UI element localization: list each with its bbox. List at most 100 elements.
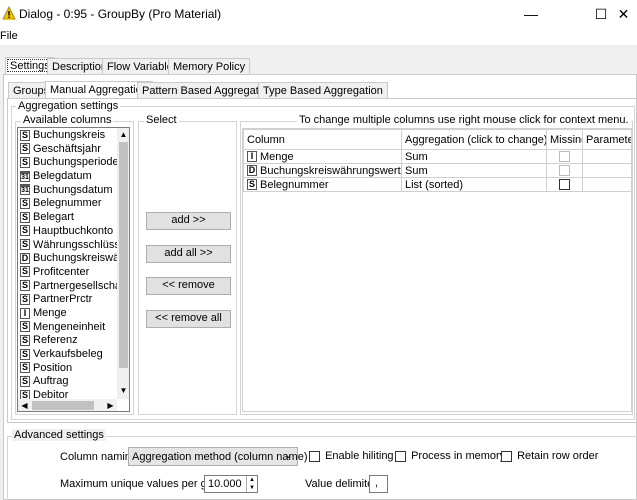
column-name: Geschäftsjahr — [33, 142, 101, 155]
table-cell-parameter — [582, 177, 631, 192]
list-item[interactable]: S Belegart — [18, 211, 117, 225]
add-all-button[interactable]: add all >> — [146, 245, 231, 263]
retain-row-order-checkbox[interactable]: Retain row order — [501, 450, 598, 462]
aggregation-header[interactable]: Aggregation (click to change) — [401, 129, 547, 150]
table-cell-column[interactable]: I Menge — [243, 149, 402, 164]
column-type-icon: S — [20, 225, 30, 237]
list-item[interactable]: S Profitcenter — [18, 266, 117, 280]
column-name: Referenz — [33, 334, 78, 347]
tab-type-based-aggregation[interactable]: Type Based Aggregation — [258, 82, 388, 99]
column-name: Position — [33, 361, 73, 374]
tab-memory-policy[interactable]: Memory Policy — [168, 58, 251, 75]
enable-hiliting-checkbox[interactable]: Enable hiliting — [309, 450, 394, 462]
column-name: Währungsschlüssel — [33, 238, 129, 251]
missing-checkbox — [559, 165, 570, 177]
list-item[interactable]: S Position — [18, 362, 117, 376]
spinner-down-icon[interactable]: ▼ — [246, 484, 257, 492]
column-header[interactable]: Column — [243, 129, 402, 150]
column-type-icon: S — [20, 211, 30, 223]
table-cell-missing — [546, 163, 583, 178]
column-name: Belegnummer — [33, 197, 102, 210]
column-type-icon: S — [20, 280, 30, 292]
column-type-icon: S — [20, 375, 30, 387]
horizontal-scrollbar[interactable]: ◀ ▶ — [18, 399, 117, 411]
vertical-scrollbar[interactable]: ▲ ▼ — [117, 128, 129, 399]
column-type-icon: S — [20, 266, 30, 278]
list-item[interactable]: S Buchungsperiode — [18, 156, 119, 170]
available-columns-list[interactable]: S Buchungskreis S Geschäftsjahr S Buchungsper… — [17, 127, 130, 412]
column-naming-dropdown[interactable]: Aggregation method (column name) ⌄ — [128, 447, 307, 466]
table-cell-parameter — [582, 149, 631, 164]
table-row[interactable]: S Belegnummer List (sorted) — [243, 177, 631, 192]
aggregation-table[interactable]: Column Aggregation (click to change) Mis… — [242, 128, 632, 412]
column-name: Partnergesellschaft — [33, 279, 128, 292]
table-cell-column[interactable]: S Belegnummer — [243, 177, 402, 192]
max-unique-values-spinner[interactable]: 10.000 ▲ ▼ — [204, 475, 258, 493]
menu-file[interactable]: File — [0, 30, 18, 42]
process-in-memory-label: Process in memory — [411, 450, 506, 463]
minimize-icon: — — [524, 6, 538, 22]
scroll-down-icon[interactable]: ▼ — [117, 384, 129, 397]
close-icon: ✕ — [617, 6, 630, 22]
advanced-settings-group — [7, 436, 637, 500]
missing-checkbox — [559, 151, 570, 163]
table-cell-aggregation[interactable]: Sum — [401, 149, 547, 164]
column-type-icon: S — [20, 362, 30, 374]
scroll-left-icon[interactable]: ◀ — [18, 399, 31, 411]
checkbox-icon — [501, 450, 512, 462]
list-item[interactable]: S PartnerPrctr — [18, 293, 117, 307]
scroll-right-icon[interactable]: ▶ — [104, 399, 117, 411]
list-item[interactable]: S Buchungskreis — [18, 129, 117, 143]
list-item[interactable]: S Auftrag — [18, 375, 117, 389]
column-type-icon: S — [20, 198, 30, 210]
column-type-icon: S — [20, 348, 30, 360]
list-item[interactable]: S Mengeneinheit — [18, 321, 117, 335]
column-type-icon: S — [20, 293, 30, 305]
process-in-memory-checkbox[interactable]: Process in memory — [395, 450, 505, 462]
column-type-icon: S — [20, 239, 30, 251]
remove-button[interactable]: << remove — [146, 277, 231, 295]
list-item[interactable]: 31 Belegdatum — [18, 170, 117, 184]
list-item[interactable]: I Menge — [18, 307, 117, 321]
table-cell-column[interactable]: D Buchungskreiswährungswert — [243, 163, 402, 178]
minimize-button[interactable]: — — [508, 0, 554, 29]
list-item[interactable]: S Partnergesellschaft — [18, 280, 127, 294]
select-title: Select — [144, 114, 179, 126]
list-item[interactable]: S Währungsschlüssel — [18, 239, 128, 253]
add-button[interactable]: add >> — [146, 212, 231, 230]
select-group — [138, 121, 237, 415]
table-cell-aggregation[interactable]: Sum — [401, 163, 547, 178]
column-name: Belegart — [33, 211, 74, 224]
column-name: Belegdatum — [33, 170, 92, 183]
scroll-thumb-horizontal[interactable] — [32, 401, 94, 410]
column-type-icon: D — [20, 252, 30, 264]
column-type-icon: S — [20, 334, 30, 346]
column-name: Verkaufsbeleg — [33, 348, 103, 360]
retain-row-order-label: Retain row order — [517, 450, 599, 463]
missing-header[interactable]: Missing — [546, 129, 583, 150]
list-item[interactable]: S Verkaufsbeleg — [18, 348, 117, 362]
scroll-thumb[interactable] — [119, 142, 128, 368]
column-type-icon: S — [20, 143, 30, 155]
parameter-header[interactable]: Parameter — [582, 129, 631, 150]
table-row[interactable]: D Buchungskreiswährungswert Sum — [243, 163, 631, 178]
column-name: Buchungskreiswähru — [33, 252, 130, 265]
remove-all-button[interactable]: << remove all — [146, 310, 231, 328]
column-type-icon: S — [247, 179, 257, 191]
table-cell-parameter — [582, 163, 631, 178]
table-cell-aggregation[interactable]: List (sorted) — [401, 177, 547, 192]
column-type-icon: 31 — [20, 170, 30, 182]
list-item[interactable]: S Geschäftsjahr — [18, 143, 117, 157]
list-item[interactable]: D Buchungskreiswähru — [18, 252, 129, 266]
spinner-up-icon[interactable]: ▲ — [246, 476, 257, 484]
list-item[interactable]: S Belegnummer — [18, 197, 117, 211]
table-cell-missing — [546, 177, 583, 192]
close-button[interactable]: ✕ — [610, 0, 637, 29]
scroll-up-icon[interactable]: ▲ — [117, 128, 129, 141]
missing-checkbox[interactable] — [559, 179, 570, 191]
list-item[interactable]: 31 Buchungsdatum — [18, 184, 117, 198]
list-item[interactable]: S Hauptbuchkonto — [18, 225, 117, 239]
value-delimiter-input[interactable]: , — [369, 475, 388, 493]
table-row[interactable]: I Menge Sum — [243, 149, 631, 164]
list-item[interactable]: S Referenz — [18, 334, 117, 348]
